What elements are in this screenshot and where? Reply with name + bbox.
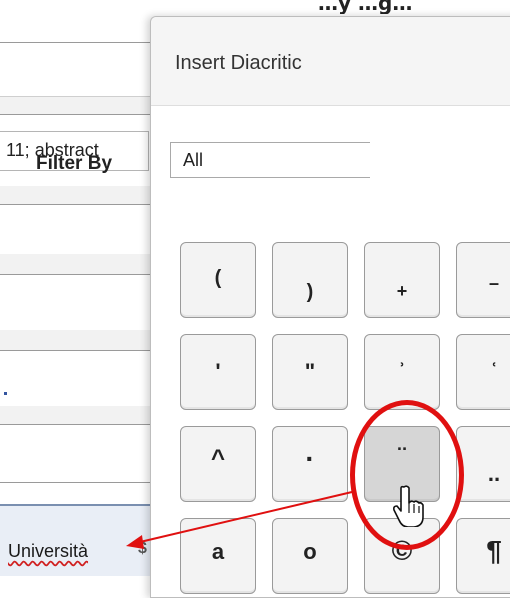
form-row xyxy=(0,330,150,350)
dropdown-arrow-icon[interactable]: $ xyxy=(138,540,147,558)
char-button-middle-dot[interactable]: · xyxy=(272,426,348,502)
char-glyph: + xyxy=(396,281,408,301)
form-row xyxy=(0,96,150,114)
char-glyph: – xyxy=(488,273,499,293)
char-glyph: a xyxy=(211,539,225,564)
char-glyph: ) xyxy=(306,281,314,303)
char-glyph: ʾ xyxy=(398,359,406,384)
char-glyph: ʿ xyxy=(490,359,498,384)
char-button-pilcrow[interactable]: ¶ xyxy=(456,518,510,594)
dialog-title: Insert Diacritic xyxy=(175,52,302,74)
char-button-open-paren[interactable]: ( xyxy=(180,242,256,318)
char-glyph: ʺ xyxy=(304,359,316,384)
highlight-circle xyxy=(350,400,464,550)
char-button-double-dot-below[interactable]: .. xyxy=(456,426,510,502)
form-divider xyxy=(0,204,150,205)
top-clipped-text: …y …g… xyxy=(0,0,510,14)
char-button-close-paren[interactable]: ) xyxy=(272,242,348,318)
char-glyph: ^ xyxy=(210,445,225,472)
form-divider xyxy=(0,482,150,483)
hand-pointer-icon xyxy=(393,485,424,527)
university-field-row[interactable] xyxy=(0,504,150,576)
char-glyph: ( xyxy=(214,267,222,289)
char-button-dash[interactable]: – xyxy=(456,242,510,318)
dialog-header: Insert Diacritic xyxy=(151,17,510,106)
char-button-circumflex[interactable]: ^ xyxy=(180,426,256,502)
char-button-prime[interactable]: ʹ xyxy=(180,334,256,410)
filter-by-label: Filter By xyxy=(36,153,113,174)
filter-by-select[interactable]: All xyxy=(170,142,370,178)
char-button-left-half-ring[interactable]: ʿ xyxy=(456,334,510,410)
form-divider xyxy=(0,114,150,115)
char-button-right-half-ring[interactable]: ʾ xyxy=(364,334,440,410)
form-divider xyxy=(0,42,150,43)
char-button-double-prime[interactable]: ʺ xyxy=(272,334,348,410)
clipped-heading-fragment: …y …g… xyxy=(318,0,413,14)
form-divider xyxy=(0,96,150,97)
form-row xyxy=(0,186,150,204)
form-divider xyxy=(0,274,150,275)
char-button-a[interactable]: a xyxy=(180,518,256,594)
char-glyph: · xyxy=(305,443,315,474)
char-glyph: ʹ xyxy=(215,359,221,384)
field-marker xyxy=(4,392,7,395)
char-button-o[interactable]: o xyxy=(272,518,348,594)
char-button-plus[interactable]: + xyxy=(364,242,440,318)
form-row xyxy=(0,254,150,274)
form-divider xyxy=(0,350,150,351)
form-row xyxy=(0,406,150,424)
university-field-text: Università xyxy=(8,541,89,561)
char-glyph: ¶ xyxy=(486,535,502,566)
char-glyph: .. xyxy=(487,461,501,486)
char-glyph: o xyxy=(303,539,317,564)
form-divider xyxy=(0,424,150,425)
